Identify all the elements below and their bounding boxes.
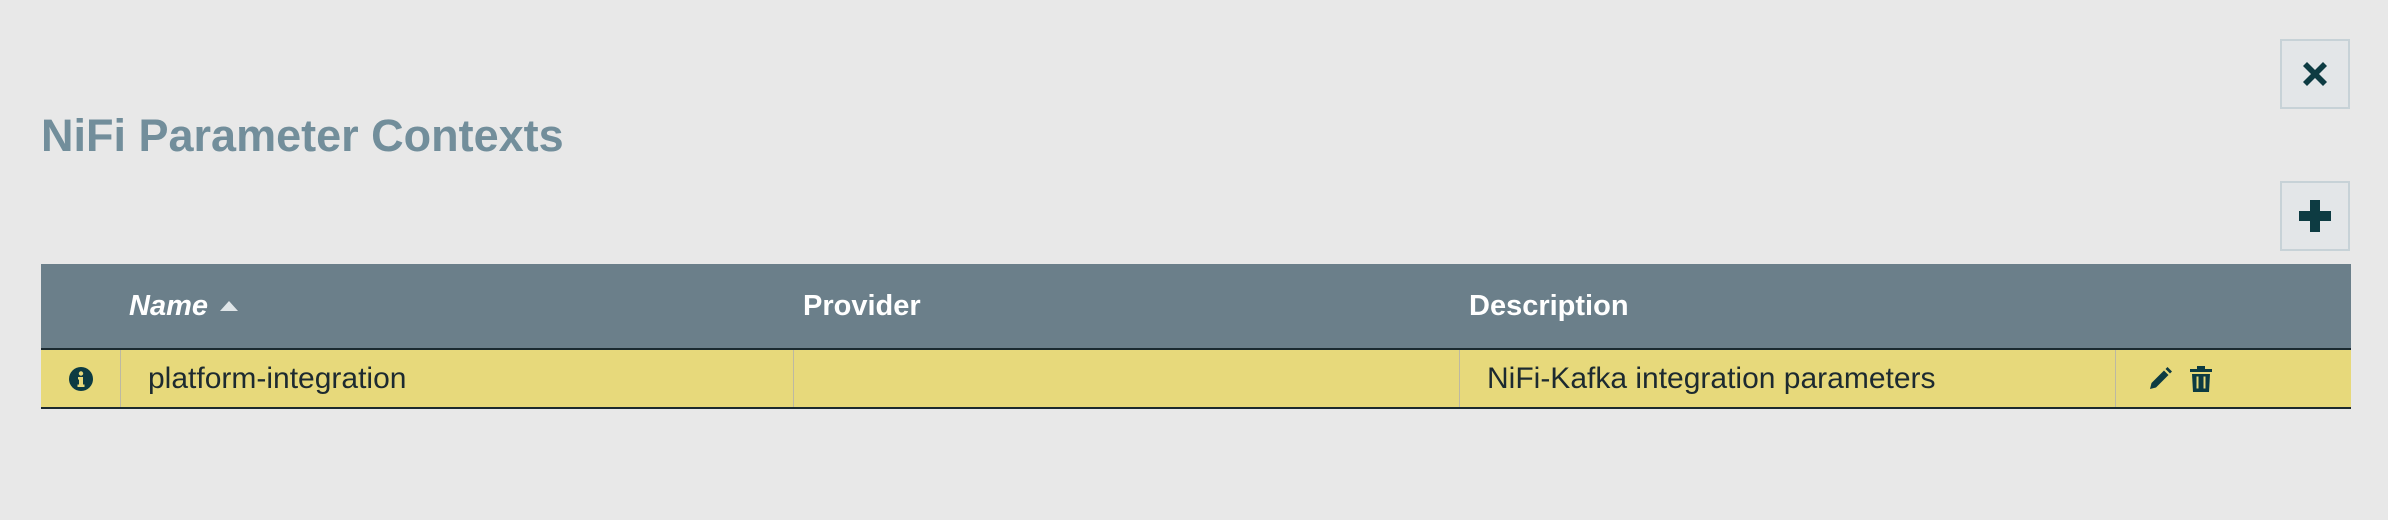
name-cell: platform-integration <box>121 350 794 407</box>
table-row[interactable]: platform-integration NiFi-Kafka integrat… <box>41 348 2351 409</box>
plus-icon <box>2299 200 2331 232</box>
column-header-name[interactable]: Name <box>129 264 238 348</box>
add-parameter-context-button[interactable] <box>2280 181 2350 251</box>
parameter-contexts-dialog: NiFi Parameter Contexts Name Provider De… <box>0 0 2388 520</box>
edit-icon[interactable] <box>2146 365 2174 393</box>
close-icon <box>2303 62 2327 86</box>
parameter-contexts-table: Name Provider Description platform-integ… <box>41 264 2351 409</box>
column-header-description[interactable]: Description <box>1469 264 1629 348</box>
column-header-name-label: Name <box>129 289 208 322</box>
delete-icon[interactable] <box>2188 365 2214 393</box>
provider-cell <box>794 350 1460 407</box>
info-icon[interactable] <box>68 366 94 392</box>
info-cell <box>41 350 121 407</box>
description-cell: NiFi-Kafka integration parameters <box>1460 350 2116 407</box>
table-header: Name Provider Description <box>41 264 2351 348</box>
column-header-description-label: Description <box>1469 289 1629 322</box>
page-title: NiFi Parameter Contexts <box>41 110 564 161</box>
close-button[interactable] <box>2280 39 2350 109</box>
column-header-provider-label: Provider <box>803 289 921 322</box>
column-header-provider[interactable]: Provider <box>803 264 921 348</box>
actions-cell <box>2116 350 2351 407</box>
sort-ascending-icon <box>220 301 238 311</box>
